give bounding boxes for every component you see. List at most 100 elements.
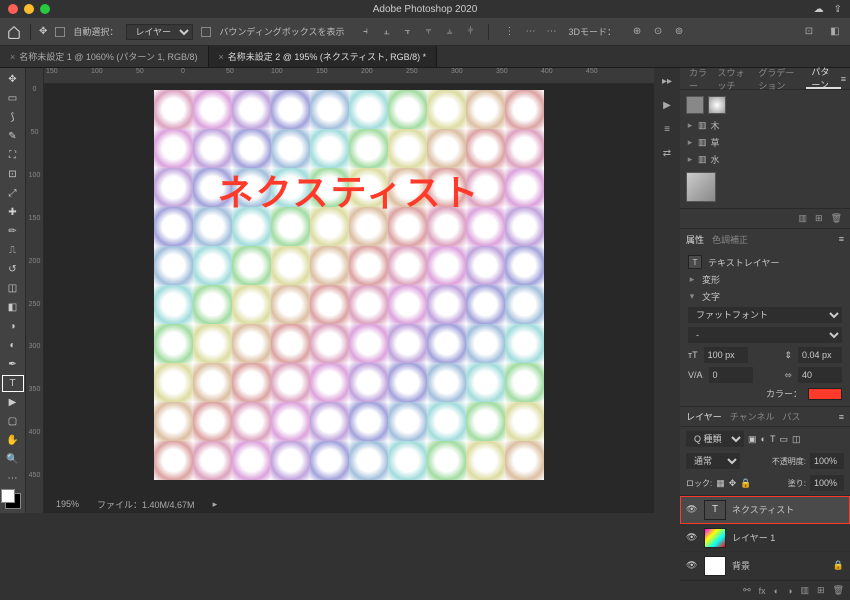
close-tab-icon[interactable]: × [219, 52, 224, 62]
zoom-tool[interactable]: 🔍 [1, 450, 25, 469]
search-icon[interactable]: ⊡ [800, 23, 818, 41]
bbox-checkbox[interactable] [201, 27, 211, 37]
layer-row[interactable]: 👁 レイヤー 1 [680, 524, 850, 552]
more-icon[interactable]: ⋯ [543, 23, 561, 41]
align-bottom-icon[interactable]: ⫩ [462, 23, 480, 41]
font-size-input[interactable] [704, 347, 748, 363]
share-icon[interactable]: ⇪ [834, 4, 842, 15]
close-tab-icon[interactable]: × [10, 52, 15, 62]
lock-position-icon[interactable]: ✥ [729, 478, 737, 489]
tab-properties[interactable]: 属性 [686, 233, 704, 246]
canvas-viewport[interactable]: ネクスティスト [44, 84, 654, 495]
layer-name[interactable]: 背景 [732, 559, 750, 572]
layer-mask-icon[interactable]: ◐ [774, 586, 779, 596]
color-swatch[interactable] [1, 488, 25, 513]
leading-input[interactable] [798, 347, 842, 363]
brushes-panel-icon[interactable]: ⇄ [658, 144, 676, 162]
tracking-input[interactable] [798, 367, 842, 383]
document-tab-2[interactable]: ×名称未設定 2 @ 195% (ネクスティスト, RGB/8) * [209, 46, 438, 67]
visibility-icon[interactable]: 👁 [686, 504, 698, 515]
tab-pattern[interactable]: パターン [806, 68, 840, 89]
pen-tool[interactable]: ✒ [1, 355, 25, 374]
tab-layers[interactable]: レイヤー [686, 410, 722, 423]
tab-channels[interactable]: チャンネル [730, 410, 775, 423]
lasso-tool[interactable]: ⟆ [1, 108, 25, 127]
3d-pan-icon[interactable]: ⊙ [649, 23, 667, 41]
filter-type-icon[interactable]: T [770, 434, 776, 444]
filter-shape-icon[interactable]: ▭ [779, 434, 788, 445]
pattern-swatch[interactable] [686, 96, 704, 114]
path-select-tool[interactable]: ▶ [1, 393, 25, 412]
distribute-h-icon[interactable]: ⋮ [501, 23, 519, 41]
hand-tool[interactable]: ✋ [1, 431, 25, 450]
lock-all-icon[interactable]: 🔒 [740, 478, 751, 489]
align-center-h-icon[interactable]: ⫠ [378, 23, 396, 41]
delete-layer-icon[interactable]: 🗑 [833, 585, 844, 596]
tab-paths[interactable]: パス [782, 410, 800, 423]
layer-thumbnail[interactable] [704, 556, 726, 576]
opacity-input[interactable] [810, 453, 844, 469]
zoom-level[interactable]: 195% [56, 499, 79, 509]
type-tool[interactable]: T [1, 374, 25, 393]
panel-menu-icon[interactable]: ≡ [839, 234, 844, 244]
pattern-swatch[interactable] [708, 96, 726, 114]
align-left-icon[interactable]: ⫞ [357, 23, 375, 41]
panel-menu-icon[interactable]: ≡ [841, 74, 846, 84]
visibility-icon[interactable]: 👁 [686, 560, 698, 571]
lock-icon[interactable]: 🔒 [833, 560, 844, 571]
pattern-folder-water[interactable]: ▸▥水 [686, 151, 844, 168]
blur-tool[interactable]: ◑ [1, 317, 25, 336]
font-style-dropdown[interactable]: - [688, 327, 842, 343]
font-family-dropdown[interactable]: ファットフォント [688, 307, 842, 323]
maximize-window-button[interactable] [40, 4, 50, 14]
status-caret-icon[interactable]: ▸ [213, 499, 218, 510]
dodge-tool[interactable]: ◐ [1, 336, 25, 355]
filter-adjust-icon[interactable]: ◐ [761, 434, 766, 444]
lock-pixels-icon[interactable]: ▦ [716, 478, 725, 489]
workspace-icon[interactable]: ◧ [826, 23, 844, 41]
link-layers-icon[interactable]: ⚯ [743, 585, 751, 596]
artboard[interactable]: ネクスティスト [154, 90, 544, 480]
move-tool[interactable]: ✥ [1, 70, 25, 89]
layer-style-icon[interactable]: fx [759, 586, 766, 596]
tab-adjustments[interactable]: 色調補正 [712, 233, 748, 246]
current-pattern-swatch[interactable] [686, 172, 716, 202]
layer-filter-dropdown[interactable]: Q 種類 [686, 431, 744, 447]
layer-name[interactable]: レイヤー 1 [732, 531, 775, 544]
marquee-tool[interactable]: ▭ [1, 89, 25, 108]
pattern-folder-grass[interactable]: ▸▥草 [686, 134, 844, 151]
fill-input[interactable] [810, 475, 844, 491]
expand-panel-icon[interactable]: ▸▸ [658, 72, 676, 90]
character-section[interactable]: ▾文字 [688, 288, 842, 305]
frame-tool[interactable]: ⊡ [1, 165, 25, 184]
eraser-tool[interactable]: ◫ [1, 279, 25, 298]
quick-select-tool[interactable]: ✎ [1, 127, 25, 146]
kerning-input[interactable] [709, 367, 753, 383]
tab-color[interactable]: カラー [684, 68, 713, 89]
panel-menu-icon[interactable]: ≡ [839, 412, 844, 422]
align-middle-icon[interactable]: ⫨ [441, 23, 459, 41]
text-color-swatch[interactable] [808, 388, 842, 400]
close-window-button[interactable] [8, 4, 18, 14]
tab-gradient[interactable]: グラデーション [753, 68, 806, 89]
document-tab-1[interactable]: ×名称未設定 1 @ 1060% (パターン 1, RGB/8) [0, 46, 209, 67]
cloud-icon[interactable]: ☁ [814, 4, 824, 15]
new-folder-icon[interactable]: ▥ [799, 213, 808, 224]
trash-icon[interactable]: 🗑 [831, 213, 842, 224]
tab-swatch[interactable]: スウォッチ [713, 68, 754, 89]
canvas-text-layer[interactable]: ネクスティスト [154, 164, 544, 216]
edit-toolbar-icon[interactable]: ⋯ [1, 469, 25, 488]
layer-thumbnail[interactable] [704, 528, 726, 548]
align-right-icon[interactable]: ⫟ [399, 23, 417, 41]
eyedropper-tool[interactable]: ⤢ [1, 184, 25, 203]
3d-orbit-icon[interactable]: ⊕ [628, 23, 646, 41]
layer-name[interactable]: ネクスティスト [732, 503, 794, 516]
heal-tool[interactable]: ✚ [1, 203, 25, 222]
layer-thumbnail[interactable]: T [704, 500, 726, 520]
new-layer-icon[interactable]: ⊞ [817, 585, 825, 596]
transform-section[interactable]: ▸変形 [688, 271, 842, 288]
brush-tool[interactable]: ✏ [1, 222, 25, 241]
adjustment-layer-icon[interactable]: ◑ [787, 586, 792, 596]
visibility-icon[interactable]: 👁 [686, 532, 698, 543]
minimize-window-button[interactable] [24, 4, 34, 14]
